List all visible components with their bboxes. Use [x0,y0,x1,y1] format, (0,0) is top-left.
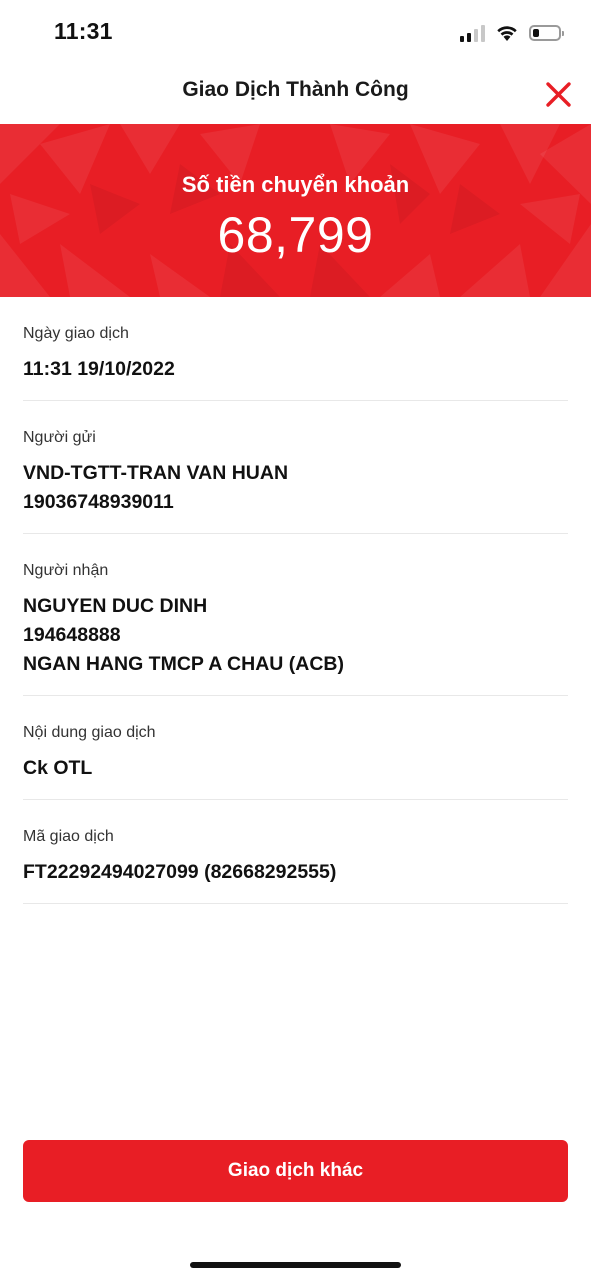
transaction-details: Ngày giao dịch 11:31 19/10/2022 Người gửi V… [23,297,568,904]
detail-row: Ngày giao dịch 11:31 19/10/2022 [23,297,568,401]
battery-icon [529,25,564,41]
detail-value: 194648888 [23,624,121,646]
detail-value: 11:31 19/10/2022 [23,358,175,380]
detail-values: VND-TGTT-TRAN VAN HUAN 19036748939011 [23,459,568,517]
home-indicator[interactable] [190,1262,401,1268]
amount-label: Số tiền chuyển khoản [181,172,410,197]
detail-values: FT22292494027099 (82668292555) [23,858,568,887]
detail-value: VND-TGTT-TRAN VAN HUAN [23,462,289,484]
other-transaction-button[interactable]: Giao dịch khác [23,1140,568,1202]
detail-values: NGUYEN DUC DINH 194648888 NGAN HANG TMCP A… [23,592,568,679]
amount-value: 68,799 [217,207,374,263]
signal-icon [460,24,485,42]
detail-value: FT22292494027099 (82668292555) [23,861,337,883]
detail-label: Ngày giao dịch [23,325,129,342]
wifi-icon [497,26,517,41]
status-bar: 11:31 [0,0,591,62]
detail-row: Mã giao dịch FT22292494027099 (8266829255… [23,800,568,904]
detail-label: Người gửi [23,429,96,446]
status-time: 11:31 [54,18,113,44]
detail-label: Người nhận [23,562,109,579]
detail-row: Người nhận NGUYEN DUC DINH 194648888 NGAN H… [23,534,568,696]
detail-label: Nội dung giao dịch [23,724,156,741]
detail-value: NGUYEN DUC DINH [23,595,208,617]
status-icons [460,22,564,44]
page-title: Giao Dịch Thành Công [182,78,409,101]
detail-values: 11:31 19/10/2022 [23,355,568,384]
detail-values: Ck OTL [23,754,568,783]
header: Giao Dịch Thành Công [0,62,591,124]
detail-value: NGAN HANG TMCP A CHAU (ACB) [23,653,345,675]
detail-value: 19036748939011 [23,491,174,513]
close-icon[interactable] [543,78,575,110]
detail-row: Nội dung giao dịch Ck OTL [23,696,568,800]
detail-row: Người gửi VND-TGTT-TRAN VAN HUAN 190367489… [23,401,568,534]
amount-banner: Số tiền chuyển khoản 68,799 [0,124,591,297]
detail-label: Mã giao dịch [23,828,114,845]
detail-value: Ck OTL [23,757,93,779]
